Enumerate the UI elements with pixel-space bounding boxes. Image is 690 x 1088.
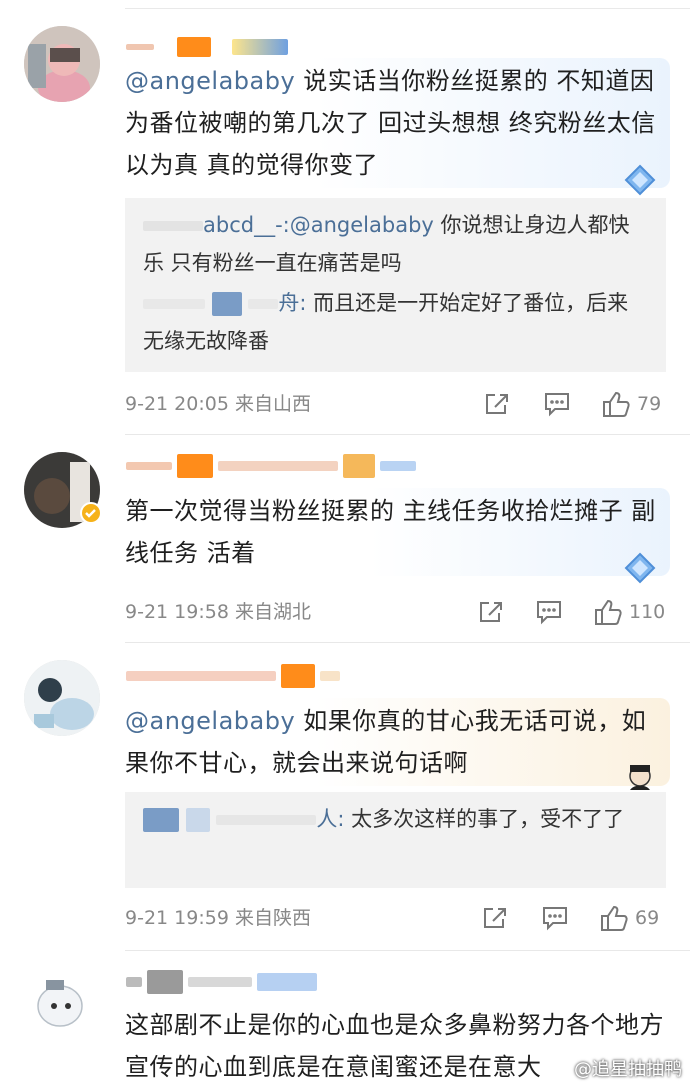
timestamp: 9-21 19:58 来自湖北 <box>125 601 311 623</box>
mention-link[interactable]: @angelababy <box>125 67 295 95</box>
avatar[interactable] <box>24 660 100 736</box>
share-icon <box>480 602 502 622</box>
like-count: 69 <box>635 907 660 929</box>
username-blurred[interactable] <box>126 970 366 994</box>
comment-icon <box>543 907 567 931</box>
watermark: @追星抽抽鸭 <box>574 1059 682 1080</box>
share-button[interactable] <box>481 903 509 933</box>
blurred-name <box>185 808 210 832</box>
comment-meta: 9-21 20:05 来自山西 79 <box>125 389 670 419</box>
blurred-name <box>248 299 279 309</box>
blurred-name <box>143 299 205 309</box>
divider <box>125 950 690 951</box>
like-icon <box>601 905 628 931</box>
comment-text: @angelababy 如果你真的甘心我无话可说，如果你不甘心，就会出来说句话啊 <box>125 698 670 790</box>
divider <box>125 434 690 435</box>
username-blurred[interactable] <box>126 664 386 688</box>
comment-1: @angelababy 说实话当你粉丝挺累的 不知道因为番位被嘲的第几次了 回过… <box>0 0 690 440</box>
share-button[interactable] <box>477 597 505 627</box>
diamond-badge-icon <box>624 552 656 584</box>
reply-username[interactable]: 舟: <box>278 291 306 315</box>
like-button[interactable]: 69 <box>599 903 659 933</box>
reply-box[interactable]: 人: 太多次这样的事了，受不了了 <box>125 792 666 888</box>
comment-3: @angelababy 如果你真的甘心我无话可说，如果你不甘心，就会出来说句话啊… <box>0 644 690 949</box>
share-icon <box>486 394 508 414</box>
like-count: 79 <box>637 393 662 415</box>
avatar[interactable] <box>24 966 100 1042</box>
comment-button[interactable] <box>535 597 563 627</box>
reply-username[interactable]: 人: <box>316 807 344 831</box>
reply-item: 人: 太多次这样的事了，受不了了 <box>143 800 648 838</box>
blurred-name <box>143 808 179 832</box>
like-button[interactable]: 79 <box>601 389 661 419</box>
reply-item: abcd__-:@angelababy 你说想让身边人都快乐 只有粉丝一直在痛苦… <box>143 213 630 275</box>
reply-username[interactable]: abcd__-: <box>203 213 290 237</box>
timestamp: 9-21 20:05 来自山西 <box>125 393 311 415</box>
like-icon <box>595 599 622 625</box>
blurred-name <box>216 815 317 825</box>
comment-meta: 9-21 19:58 来自湖北 110 <box>125 597 670 627</box>
comment-icon <box>537 601 561 625</box>
reply-box[interactable]: abcd__-:@angelababy 你说想让身边人都快乐 只有粉丝一直在痛苦… <box>125 198 666 372</box>
comment-2: 第一次觉得当粉丝挺累的 主线任务收拾烂摊子 副线任务 活着 9-21 19:58… <box>0 440 690 640</box>
comment-button[interactable] <box>543 389 571 419</box>
username-blurred[interactable] <box>126 36 296 58</box>
comment-meta: 9-21 19:59 来自陕西 69 <box>125 903 670 933</box>
mention-link[interactable]: @angelababy <box>290 213 434 237</box>
blurred-name <box>143 221 203 231</box>
diamond-badge-icon <box>624 164 656 196</box>
timestamp: 9-21 19:59 来自陕西 <box>125 907 311 929</box>
reply-item: 舟: 而且还是一开始定好了番位，后来无缘无故降番 <box>143 291 629 353</box>
cartoon-badge-icon <box>629 765 651 790</box>
divider <box>125 642 690 643</box>
comment-text: 第一次觉得当粉丝挺累的 主线任务收拾烂摊子 副线任务 活着 <box>125 488 670 584</box>
verified-icon <box>80 502 102 524</box>
mention-link[interactable]: @angelababy <box>125 707 295 735</box>
username-blurred[interactable] <box>126 454 426 478</box>
like-button[interactable]: 110 <box>593 597 665 627</box>
comment-button[interactable] <box>541 903 569 933</box>
comment-icon <box>545 393 569 417</box>
share-button[interactable] <box>483 389 511 419</box>
share-icon <box>484 908 506 928</box>
blurred-name <box>211 292 242 316</box>
like-count: 110 <box>629 601 666 623</box>
like-icon <box>603 391 630 417</box>
comment-text: @angelababy 说实话当你粉丝挺累的 不知道因为番位被嘲的第几次了 回过… <box>125 58 670 196</box>
avatar[interactable] <box>24 26 100 102</box>
